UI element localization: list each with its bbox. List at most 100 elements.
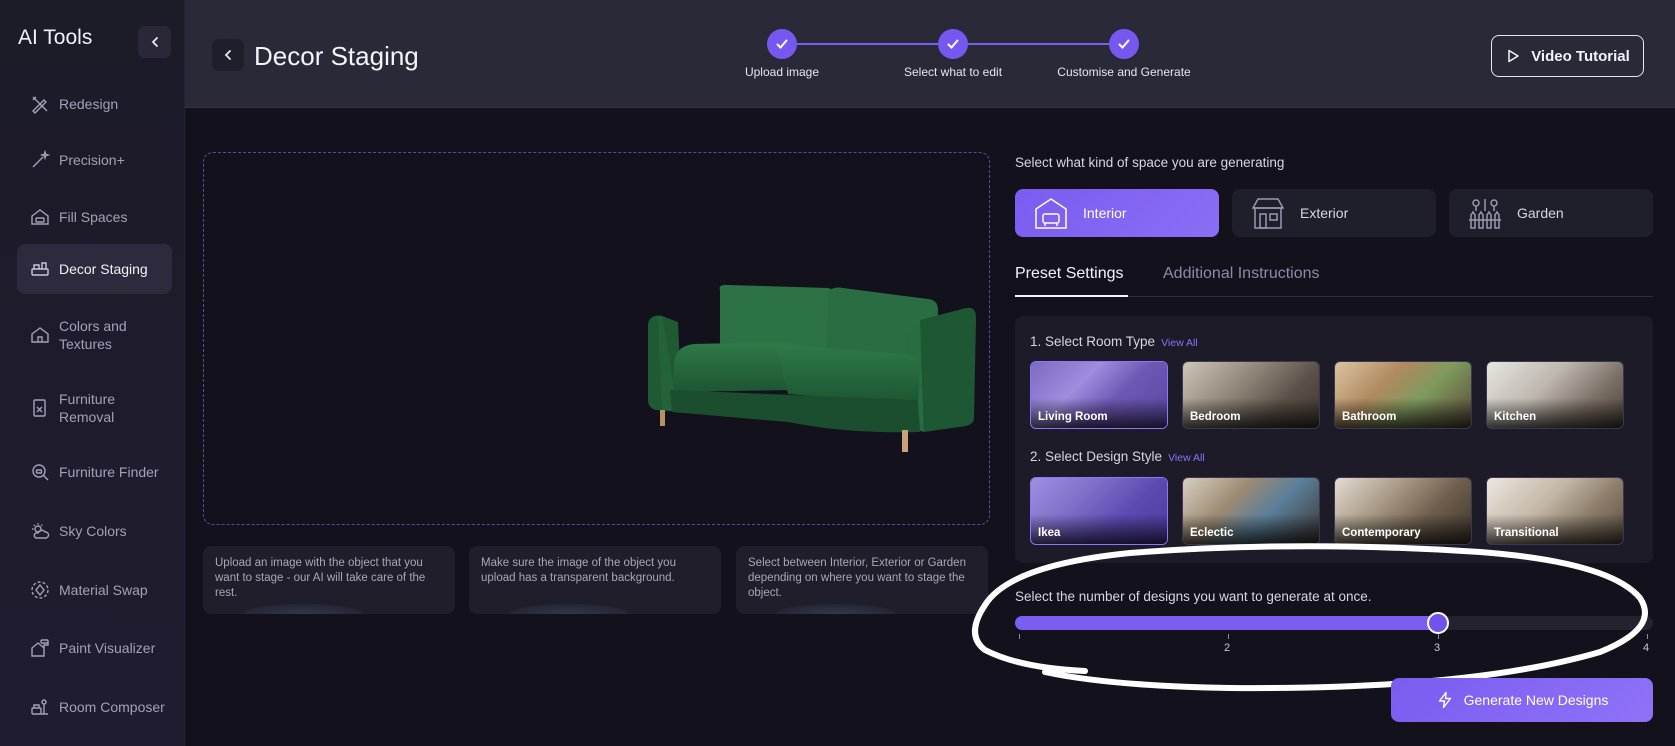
step-label: Select what to edit <box>903 65 1003 79</box>
house-exterior-icon <box>1248 193 1288 233</box>
check-icon <box>1118 39 1130 49</box>
designs-count-label: Select the number of designs you want to… <box>1015 589 1372 604</box>
sidebar-item-decor-staging[interactable]: Decor Staging <box>17 244 172 294</box>
check-icon <box>776 39 788 49</box>
tip-card: Make sure the image of the object you up… <box>469 546 721 614</box>
back-button[interactable] <box>212 39 244 71</box>
step-label: Upload image <box>744 65 820 79</box>
thumbnail-label: Contemporary <box>1342 527 1421 539</box>
video-tutorial-button[interactable]: Video Tutorial <box>1491 35 1644 77</box>
slider-tick <box>1228 634 1229 639</box>
thumbnail-label: Bedroom <box>1190 411 1241 423</box>
tip-text: Make sure the image of the object you up… <box>481 557 676 584</box>
sidebar-item-label: Furniture Removal <box>59 391 116 425</box>
tip-text: Upload an image with the object that you… <box>215 557 426 599</box>
space-exterior-button[interactable]: Exterior <box>1232 189 1436 237</box>
thumbnail-label: Eclectic <box>1190 527 1234 539</box>
slider-tick-label: 3 <box>1434 642 1441 654</box>
play-icon <box>1508 49 1519 63</box>
video-tutorial-label: Video Tutorial <box>1531 47 1630 65</box>
page-title: Decor Staging <box>254 41 419 71</box>
staging-icon <box>27 256 53 282</box>
collapse-sidebar-button[interactable] <box>138 26 171 58</box>
tip-card: Select between Interior, Exterior or Gar… <box>736 546 988 614</box>
sidebar-item-material-swap[interactable]: Material Swap <box>17 570 172 610</box>
house-sofa-icon <box>27 204 53 230</box>
room-type-kitchen[interactable]: Kitchen <box>1486 361 1624 429</box>
generate-label: Generate New Designs <box>1463 692 1609 708</box>
sidebar-item-paint-visualizer[interactable]: Paint Visualizer <box>17 628 172 668</box>
sidebar-item-label: Paint Visualizer <box>59 640 156 656</box>
thumbnail-label: Kitchen <box>1494 411 1537 423</box>
sidebar-item-furniture-removal[interactable]: Furniture Removal <box>17 386 172 430</box>
sidebar-item-label: Furniture Finder <box>59 464 159 480</box>
thumbnail-label: Living Room <box>1038 411 1108 423</box>
sidebar-item-precision[interactable]: Precision+ <box>17 140 172 180</box>
garage-chair-icon <box>1031 193 1071 233</box>
sidebar-item-label: Colors and Textures <box>59 318 127 352</box>
step-1-check[interactable] <box>767 29 797 59</box>
sidebar-item-label: Decor Staging <box>59 261 148 277</box>
stepper-connector <box>796 43 938 45</box>
room-type-bedroom[interactable]: Bedroom <box>1182 361 1320 429</box>
tab-additional-instructions[interactable]: Additional Instructions <box>1163 265 1320 283</box>
slider-tick <box>1647 634 1648 639</box>
sidebar-item-furniture-finder[interactable]: Furniture Finder <box>17 452 172 492</box>
green-sofa-image <box>648 284 976 452</box>
space-garden-button[interactable]: Garden <box>1449 189 1653 237</box>
step-2-check[interactable] <box>938 29 968 59</box>
design-style-transitional[interactable]: Transitional <box>1486 477 1624 545</box>
paint-roller-icon <box>27 635 53 661</box>
sidebar-item-label: Room Composer <box>59 699 165 715</box>
slider-tick-label: 2 <box>1224 642 1231 654</box>
design-style-view-all-link[interactable]: View All <box>1168 452 1205 464</box>
slider-fill <box>1015 616 1446 630</box>
sidebar-item-fill-spaces[interactable]: Fill Spaces <box>17 197 172 237</box>
thumbnail-label: Bathroom <box>1342 411 1397 423</box>
thumbnail-label: Ikea <box>1038 527 1061 539</box>
design-style-title: 2. Select Design Style <box>1030 449 1163 464</box>
space-option-label: Exterior <box>1300 205 1349 221</box>
space-type-label: Select what kind of space you are genera… <box>1015 155 1285 170</box>
step-label: Customise and Generate <box>1057 65 1191 79</box>
sidebar-item-colors-textures[interactable]: Colors and Textures <box>17 313 172 357</box>
tab-preset-settings[interactable]: Preset Settings <box>1015 265 1124 283</box>
sidebar-item-label: Precision+ <box>59 152 125 168</box>
slider-handle[interactable] <box>1426 612 1449 634</box>
room-type-bathroom[interactable]: Bathroom <box>1334 361 1472 429</box>
composer-icon <box>27 694 53 720</box>
active-tab-indicator <box>1015 295 1128 297</box>
space-interior-button[interactable]: Interior <box>1015 189 1219 237</box>
tip-text: Select between Interior, Exterior or Gar… <box>748 557 966 599</box>
sidebar-title: AI Tools <box>18 26 93 49</box>
search-furniture-icon <box>27 459 53 485</box>
step-3-check[interactable] <box>1109 29 1139 59</box>
sidebar-item-sky-colors[interactable]: Sky Colors <box>17 511 172 551</box>
chevron-left-icon <box>224 50 231 60</box>
sidebar-item-label: Redesign <box>59 96 119 112</box>
tip-card: Upload an image with the object that you… <box>203 546 455 614</box>
sun-cloud-icon <box>27 518 53 544</box>
sidebar-item-label: Material Swap <box>59 582 148 598</box>
space-option-label: Garden <box>1517 205 1564 221</box>
lightning-icon <box>1438 691 1451 709</box>
sidebar-item-redesign[interactable]: Redesign <box>17 84 172 124</box>
sidebar: AI Tools Redesign Precision+ Fill Spaces… <box>0 0 185 746</box>
design-style-contemporary[interactable]: Contemporary <box>1334 477 1472 545</box>
chevron-left-icon <box>151 37 158 47</box>
swap-circle-icon <box>27 577 53 603</box>
design-style-eclectic[interactable]: Eclectic <box>1182 477 1320 545</box>
space-option-label: Interior <box>1083 205 1127 221</box>
slider-tick <box>1019 634 1020 639</box>
slider-tick-label: 4 <box>1643 642 1650 654</box>
stepper-connector <box>968 43 1110 45</box>
sidebar-item-room-composer[interactable]: Room Composer <box>17 687 172 727</box>
generate-new-designs-button[interactable]: Generate New Designs <box>1391 678 1653 722</box>
room-type-view-all-link[interactable]: View All <box>1161 337 1198 349</box>
garden-fence-icon <box>1465 193 1505 233</box>
design-style-ikea[interactable]: Ikea <box>1030 477 1168 545</box>
slider-tick <box>1438 634 1439 639</box>
room-type-living-room[interactable]: Living Room <box>1030 361 1168 429</box>
thumbnail-label: Transitional <box>1494 527 1559 539</box>
sidebar-item-label: Fill Spaces <box>59 209 128 225</box>
